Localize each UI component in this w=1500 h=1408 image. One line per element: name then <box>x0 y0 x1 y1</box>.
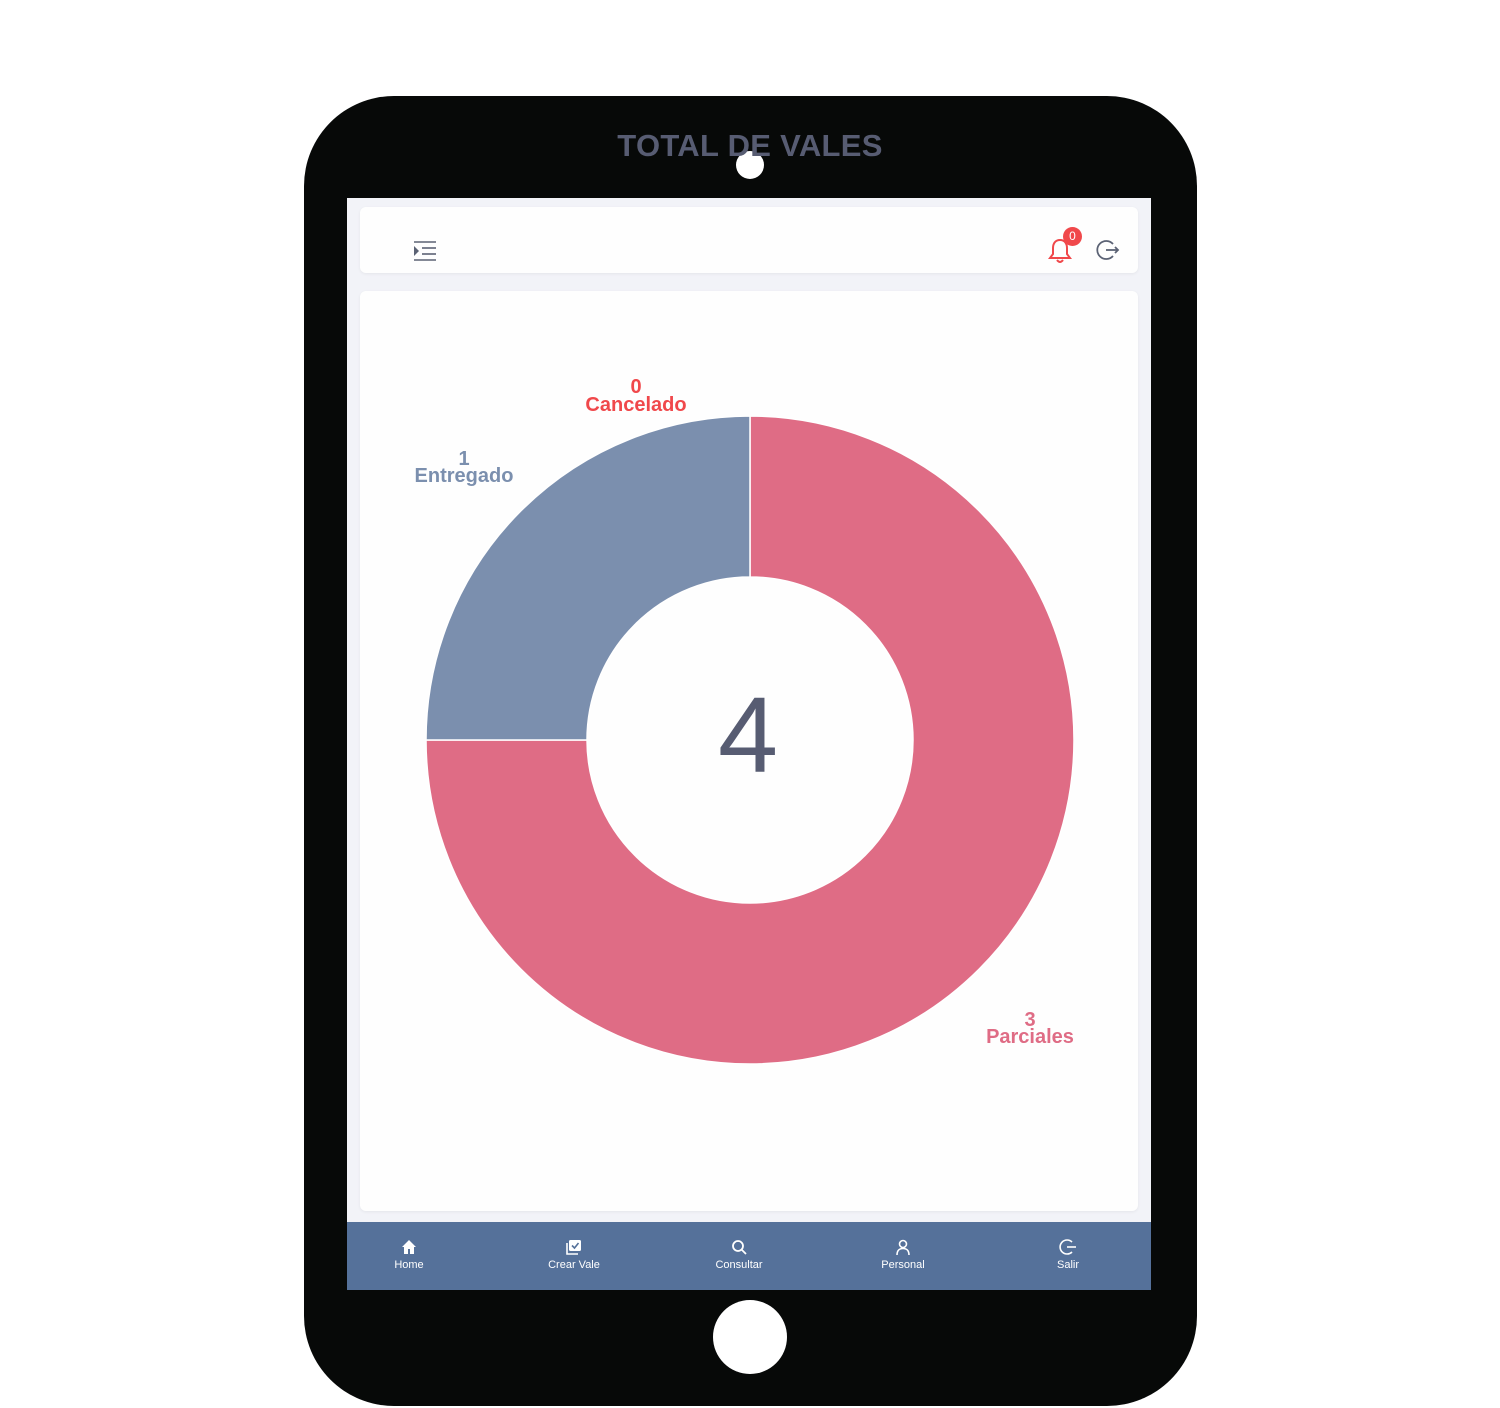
slice-label-parciales: Parciales <box>986 1026 1074 1048</box>
donut-center-total: 4 <box>718 674 778 795</box>
slice-label-entregado: Entregado <box>415 465 514 487</box>
slice-label-cancelado: Cancelado <box>585 394 686 416</box>
donut-chart: 4 0 Cancelado 1 Entregado 3 Parciales <box>415 376 1075 1065</box>
